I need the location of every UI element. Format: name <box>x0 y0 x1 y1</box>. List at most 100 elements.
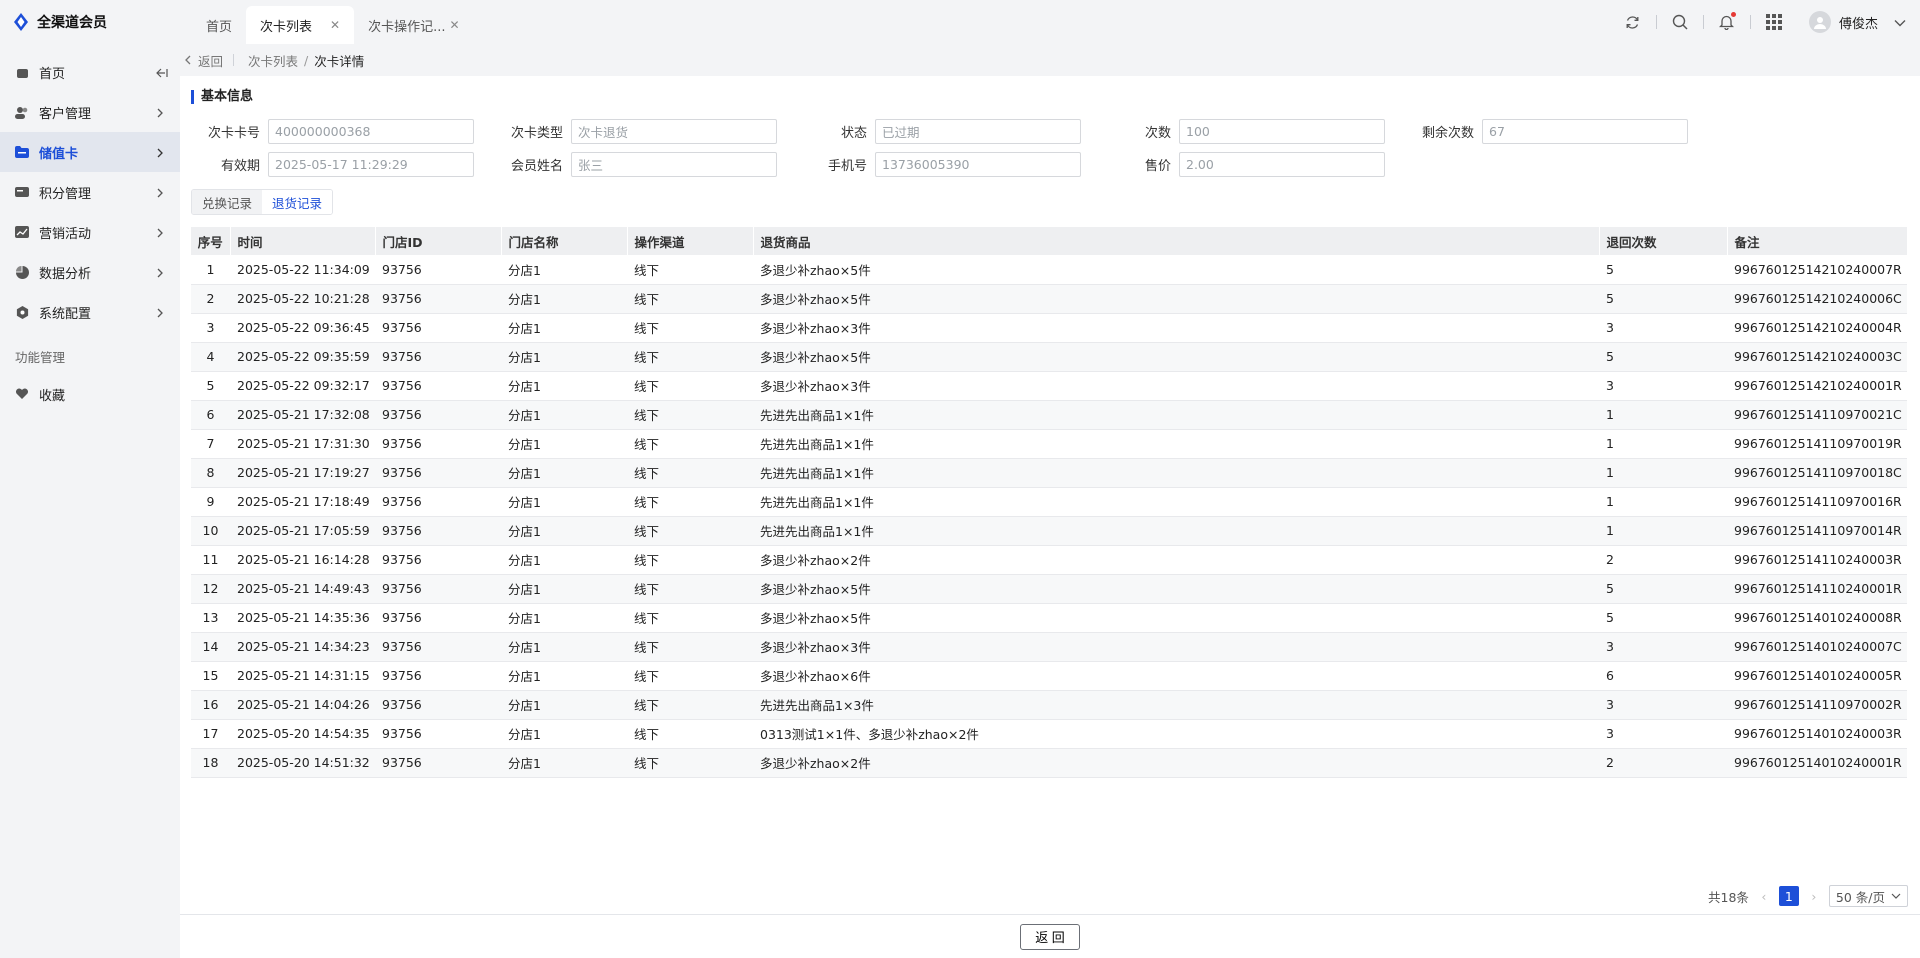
sidebar-item-analytics[interactable]: 数据分析 <box>0 252 180 292</box>
validity-input[interactable]: 2025-05-17 11:29:29 <box>268 152 474 177</box>
table-row[interactable]: 11 2025-05-21 16:14:28 93756 分店1 线下 多退少补zhao×… <box>191 545 1907 575</box>
sidebar-item-points[interactable]: 积分管理 <box>0 172 180 212</box>
sidebar-item-label: 储值卡 <box>39 146 79 162</box>
notification-dot <box>1730 12 1736 17</box>
bell-icon[interactable] <box>1716 11 1738 33</box>
cell-col-time: 2025-05-22 09:36:45 <box>230 313 375 343</box>
tab-card-operation-log[interactable]: 次卡操作记... ✕ <box>354 6 473 44</box>
nav-group-title: 功能管理 <box>15 349 66 365</box>
table-row[interactable]: 3 2025-05-22 09:36:45 93756 分店1 线下 多退少补zhao×3… <box>191 313 1907 343</box>
table-row[interactable]: 9 2025-05-21 17:18:49 93756 分店1 线下 先进先出商品1×1件… <box>191 487 1907 517</box>
cell-col-store-name: 分店1 <box>501 632 627 662</box>
table-row[interactable]: 16 2025-05-21 14:04:26 93756 分店1 线下 先进先出商品1×3… <box>191 690 1907 720</box>
cell-col-remark: 99676012514110240001R <box>1727 574 1907 604</box>
chevron-right-icon <box>156 267 166 278</box>
card-type-input[interactable]: 次卡退货 <box>571 119 777 144</box>
cell-col-channel: 线下 <box>627 690 753 720</box>
table-row[interactable]: 2 2025-05-22 10:21:28 93756 分店1 线下 多退少补zhao×5… <box>191 284 1907 314</box>
breadcrumb-back-link[interactable]: 返回 <box>184 51 233 70</box>
cell-col-store-id: 93756 <box>375 313 501 343</box>
tab-home[interactable]: 首页 <box>192 6 246 44</box>
apps-grid-icon[interactable] <box>1763 11 1785 33</box>
cell-col-index: 7 <box>191 429 230 459</box>
cell-col-time: 2025-05-21 16:14:28 <box>230 545 375 575</box>
cell-col-store-name: 分店1 <box>501 255 627 285</box>
card-number-input[interactable]: 400000000368 <box>268 119 474 144</box>
search-icon[interactable] <box>1669 11 1691 33</box>
table-row[interactable]: 10 2025-05-21 17:05:59 93756 分店1 线下 先进先出商品1×1… <box>191 516 1907 546</box>
cell-col-channel: 线下 <box>627 400 753 430</box>
table-row[interactable]: 18 2025-05-20 14:51:32 93756 分店1 线下 多退少补zhao×… <box>191 748 1907 778</box>
table-row[interactable]: 8 2025-05-21 17:19:27 93756 分店1 线下 先进先出商品1×1件… <box>191 458 1907 488</box>
cell-col-time: 2025-05-22 09:35:59 <box>230 342 375 372</box>
table-row[interactable]: 6 2025-05-21 17:32:08 93756 分店1 线下 先进先出商品1×1件… <box>191 400 1907 430</box>
table-row[interactable]: 1 2025-05-22 11:34:09 93756 分店1 线下 多退少补zhao×5… <box>191 255 1907 285</box>
cell-col-index: 3 <box>191 313 230 343</box>
prev-page-icon[interactable]: ‹ <box>1757 889 1771 904</box>
collapse-sidebar-icon[interactable] <box>156 67 168 78</box>
cell-col-channel: 线下 <box>627 661 753 691</box>
table-row[interactable]: 13 2025-05-21 14:35:36 93756 分店1 线下 多退少补zhao×… <box>191 603 1907 633</box>
cell-col-return-goods: 多退少补zhao×6件 <box>753 661 1599 691</box>
cell-col-return-goods: 先进先出商品1×1件 <box>753 516 1599 546</box>
page-number-button[interactable]: 1 <box>1778 886 1799 906</box>
member-name-input[interactable]: 张三 <box>571 152 777 177</box>
sidebar-item-customers[interactable]: 客户管理 <box>0 92 180 132</box>
sidebar-item-stored-value-card[interactable]: 储值卡 <box>0 132 180 172</box>
cell-col-channel: 线下 <box>627 516 753 546</box>
field-card-type: 次卡类型 次卡退货 <box>491 119 777 144</box>
close-icon[interactable]: ✕ <box>330 18 340 32</box>
sidebar-item-home[interactable]: 首页 <box>0 52 180 92</box>
sidebar-item-marketing[interactable]: 营销活动 <box>0 212 180 252</box>
cell-col-index: 15 <box>191 661 230 691</box>
pie-chart-icon <box>15 265 29 279</box>
next-page-icon[interactable]: › <box>1807 889 1821 904</box>
cell-col-store-name: 分店1 <box>501 371 627 401</box>
table-row[interactable]: 15 2025-05-21 14:31:15 93756 分店1 线下 多退少补zhao×… <box>191 661 1907 691</box>
cell-col-return-goods: 多退少补zhao×2件 <box>753 748 1599 778</box>
cell-col-store-id: 93756 <box>375 748 501 778</box>
table-header: 序号 时间 门店ID 门店名称 操作渠道 退货商品 退回次数 备注 <box>191 227 1908 255</box>
cell-col-time: 2025-05-21 17:05:59 <box>230 516 375 546</box>
table-row[interactable]: 5 2025-05-22 09:32:17 93756 分店1 线下 多退少补zhao×3… <box>191 371 1907 401</box>
table-row[interactable]: 17 2025-05-20 14:54:35 93756 分店1 线下 0313测试1×1… <box>191 719 1907 749</box>
sidebar-item-system-config[interactable]: 系统配置 <box>0 292 180 332</box>
cell-col-store-id: 93756 <box>375 516 501 546</box>
table-row[interactable]: 14 2025-05-21 14:34:23 93756 分店1 线下 多退少补zhao×… <box>191 632 1907 662</box>
table-row[interactable]: 7 2025-05-21 17:31:30 93756 分店1 线下 先进先出商品1×1件… <box>191 429 1907 459</box>
cell-col-index: 13 <box>191 603 230 633</box>
tab-return-records[interactable]: 退货记录 <box>262 190 333 214</box>
chevron-down-icon <box>1891 893 1901 899</box>
header-col-return-goods: 退货商品 <box>753 227 1600 255</box>
refresh-icon[interactable] <box>1622 11 1644 33</box>
status-input[interactable]: 已过期 <box>875 119 1081 144</box>
cell-col-store-id: 93756 <box>375 487 501 517</box>
return-records-table: 序号 时间 门店ID 门店名称 操作渠道 退货商品 退回次数 备注 1 2025-05-22 1… <box>191 227 1908 778</box>
app-logo[interactable]: 全渠道会员 <box>0 0 180 44</box>
table-row[interactable]: 4 2025-05-22 09:35:59 93756 分店1 线下 多退少补zhao×5… <box>191 342 1907 372</box>
cell-col-return-goods: 先进先出商品1×1件 <box>753 458 1599 488</box>
remaining-count-input[interactable]: 67 <box>1482 119 1688 144</box>
tab-redemption-records[interactable]: 兑换记录 <box>192 190 263 214</box>
table-row[interactable]: 12 2025-05-21 14:49:43 93756 分店1 线下 多退少补zhao×… <box>191 574 1907 604</box>
price-input[interactable]: 2.00 <box>1179 152 1385 177</box>
cell-col-return-goods: 先进先出商品1×1件 <box>753 487 1599 517</box>
avatar[interactable] <box>1808 11 1831 33</box>
back-button[interactable]: 返 回 <box>1020 923 1080 950</box>
sidebar-item-label: 数据分析 <box>39 266 92 282</box>
sidebar-item-favorites[interactable]: 收藏 <box>0 374 180 414</box>
chevron-down-icon[interactable] <box>1894 16 1906 28</box>
breadcrumb-parent[interactable]: 次卡列表 <box>248 51 298 70</box>
cell-col-store-name: 分店1 <box>501 574 627 604</box>
phone-input[interactable]: 13736005390 <box>875 152 1081 177</box>
count-input[interactable]: 100 <box>1179 119 1385 144</box>
cell-col-return-goods: 多退少补zhao×5件 <box>753 603 1599 633</box>
field-label: 手机号 <box>827 159 867 174</box>
page-tabs: 首页 次卡列表 ✕ 次卡操作记... ✕ <box>180 0 474 44</box>
cell-col-time: 2025-05-21 14:34:23 <box>230 632 375 662</box>
tab-card-list[interactable]: 次卡列表 ✕ <box>246 6 355 44</box>
user-name[interactable]: 傅俊杰 <box>1839 13 1878 32</box>
cell-col-channel: 线下 <box>627 487 753 517</box>
close-icon[interactable]: ✕ <box>450 18 460 32</box>
page-size-select[interactable]: 50 条/页 <box>1828 885 1908 907</box>
